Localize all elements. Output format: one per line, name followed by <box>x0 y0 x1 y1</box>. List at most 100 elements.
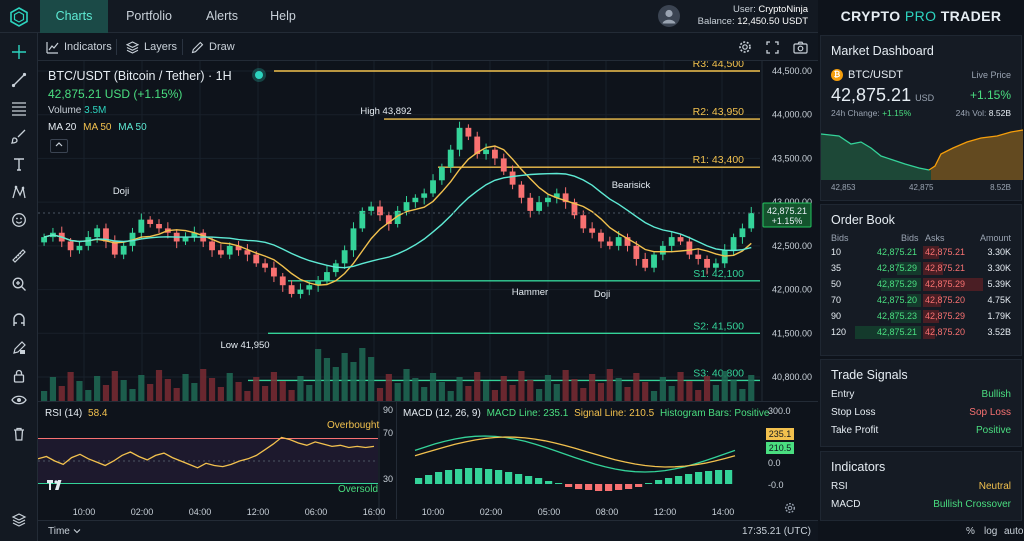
orderbook-row[interactable]: 10 42,875.21 42,875.21 3.30K <box>821 245 1021 260</box>
draw-button[interactable]: Draw <box>191 33 235 61</box>
macd-chart[interactable]: 10:00 02:00 05:00 08:00 12:00 14:00 <box>397 402 763 520</box>
time-axis-tick: 06:00 <box>305 507 328 517</box>
price-axis-tick: 41,500.00 <box>772 328 812 338</box>
volume-bar <box>677 372 684 401</box>
volume-bar <box>279 381 286 401</box>
signal-label: Entry <box>831 389 855 400</box>
volume-bar <box>173 388 180 401</box>
auto-scale-button[interactable]: auto <box>1004 526 1023 537</box>
tab-help[interactable]: Help <box>258 0 308 33</box>
volume-bar <box>41 391 48 401</box>
pattern-tool[interactable] <box>8 181 30 203</box>
candle-body <box>324 272 330 281</box>
indicators-panel: Indicators RSI Neutral MACD Bullish Crossov… <box>820 451 1022 521</box>
candle-body <box>598 232 604 242</box>
magnet-tool[interactable] <box>8 309 30 331</box>
volume-bar <box>244 391 251 401</box>
macd-histogram-bar <box>435 472 443 484</box>
orderbook-bid-price: 42,875.21 <box>877 247 918 257</box>
candle-body <box>704 258 710 268</box>
tab-portfolio[interactable]: Portfolio <box>112 0 186 33</box>
candle-body <box>518 184 525 198</box>
macd-tick-300: 300.0 <box>768 406 791 416</box>
vol-24h-value: 8.52B <box>988 108 1011 118</box>
chart-settings-button[interactable] <box>738 33 752 61</box>
trendline-tool[interactable] <box>8 69 30 91</box>
percent-scale-button[interactable]: % <box>966 526 975 537</box>
candle-body <box>147 219 154 224</box>
time-scale-button[interactable]: Time <box>48 526 81 537</box>
price-axis-tick: 44,000.00 <box>772 110 812 120</box>
rsi-panel[interactable]: 10:00 02:00 04:00 12:00 06:00 16:00 RSI (14) … <box>37 401 396 520</box>
change-24h-value: +1.15% <box>882 108 912 118</box>
orderbook-bid-price: 42,875.20 <box>877 295 918 305</box>
layers-tool[interactable] <box>8 509 30 531</box>
collapse-legend-button[interactable] <box>50 139 68 153</box>
tab-alerts[interactable]: Alerts <box>192 0 252 33</box>
layers-icon <box>126 40 139 54</box>
orderbook-row[interactable]: 35 42,875.29 42,875.21 3.30K <box>821 261 1021 276</box>
crosshair-tool[interactable] <box>8 41 30 63</box>
app-logo[interactable] <box>0 0 38 33</box>
volume-bar <box>589 374 596 401</box>
lock-tool[interactable] <box>8 365 30 387</box>
price-chart-canvas[interactable]: 44,500.0044,000.0043,500.0043,000.0042,5… <box>38 61 818 401</box>
volume-bar <box>544 375 552 401</box>
volume-bar <box>200 369 207 401</box>
pencil-lock-tool[interactable] <box>8 337 30 359</box>
candle-body <box>580 215 587 229</box>
avatar[interactable] <box>658 5 680 27</box>
axis-settings-button[interactable] <box>784 502 796 517</box>
orderbook-bid-price: 42,875.29 <box>877 263 918 273</box>
layers-button[interactable]: Layers <box>126 33 177 61</box>
volume-bar <box>120 380 127 401</box>
fullscreen-button[interactable] <box>766 33 779 61</box>
macd-histogram-bar <box>695 472 703 484</box>
volume-bar <box>85 390 92 401</box>
live-indicator <box>255 71 263 79</box>
brush-tool[interactable] <box>8 125 30 147</box>
macd-panel[interactable]: 10:00 02:00 05:00 08:00 12:00 14:00 MACD (12,… <box>396 401 769 520</box>
text-tool[interactable] <box>8 153 30 175</box>
volume-bar <box>421 387 428 401</box>
brand-trader: TRADER <box>940 8 1002 24</box>
orderbook-ask-price: 42,875.29 <box>925 311 966 321</box>
orderbook-row[interactable]: 70 42,875.20 42,875.20 4.75K <box>821 293 1021 308</box>
candle-annotation: Doji <box>594 289 610 300</box>
delete-tool[interactable] <box>8 423 30 445</box>
rsi-tick-90: 90 <box>383 405 394 415</box>
pattern-icon <box>12 185 26 199</box>
emoji-tool[interactable] <box>8 209 30 231</box>
ma50-legend-b: MA 50 <box>118 122 147 133</box>
price-axis-tick: 42,000.00 <box>772 285 812 295</box>
orderbook-row[interactable]: 50 42,875.29 42,875.29 5.39K <box>821 277 1021 292</box>
volume-bar <box>447 391 454 401</box>
candle-body <box>465 127 472 137</box>
candle-body <box>209 241 215 251</box>
histogram-label: Histogram Bars: Positive <box>659 408 770 419</box>
zoom-tool[interactable] <box>8 273 30 295</box>
user-account[interactable]: User: CryptoNinja Balance: 12,450.50 USD… <box>658 2 808 32</box>
tab-charts[interactable]: Charts <box>40 0 108 33</box>
orderbook-header-amount: Amount <box>979 233 1011 243</box>
visibility-tool[interactable] <box>8 389 30 411</box>
screenshot-button[interactable] <box>793 33 808 61</box>
orderbook-row[interactable]: 120 42,875.21 42,875.20 3.52B <box>821 325 1021 340</box>
ma20-legend: MA 20 <box>48 122 77 133</box>
vol-24h: 24h Vol: 8.52B <box>956 108 1011 118</box>
volume-label: Volume <box>48 105 82 116</box>
ruler-tool[interactable] <box>8 245 30 267</box>
log-scale-button[interactable]: log <box>984 526 997 537</box>
macd-histogram-bar <box>495 470 503 484</box>
indicators-button[interactable]: Indicators <box>46 33 112 61</box>
volume-bar <box>633 373 640 401</box>
orderbook-row[interactable]: 90 42,875.23 42,875.29 1.79K <box>821 309 1021 324</box>
volume-bar <box>597 383 605 401</box>
macd-histogram-bar <box>455 469 463 484</box>
candle-body <box>412 197 419 203</box>
price-chart[interactable]: 44,500.00 44,000.00 43,500.00 43,000.00 42,5… <box>38 61 818 401</box>
macd-legend: MACD (12, 26, 9) MACD Line: 235.1 Signal… <box>403 408 769 419</box>
horizontal-lines-tool[interactable] <box>8 97 30 119</box>
candle-body <box>545 197 551 203</box>
ma-legend: MA 20 MA 50 MA 50 <box>48 122 147 133</box>
